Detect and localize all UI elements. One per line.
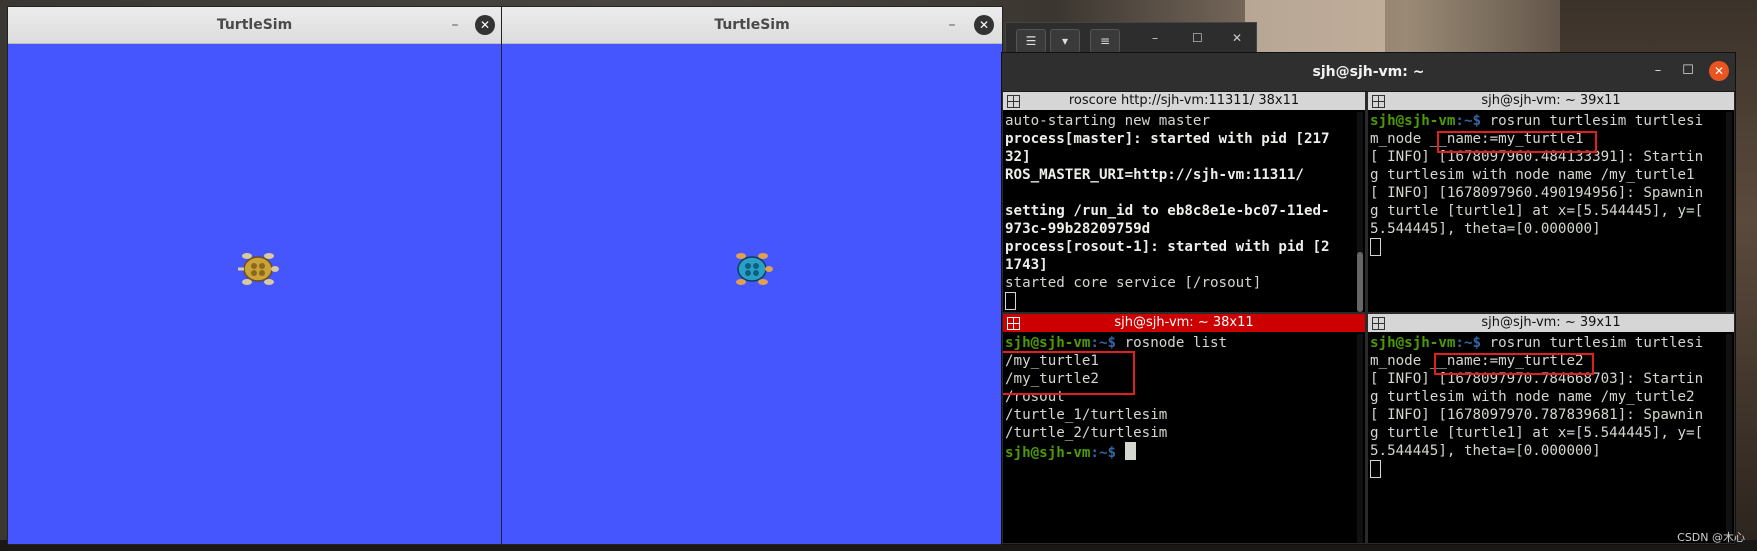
prompt-user: sjh@sjh-vm bbox=[1370, 335, 1456, 351]
grid-icon[interactable] bbox=[1007, 317, 1020, 330]
highlight-box bbox=[1003, 351, 1135, 395]
close-button[interactable]: ✕ bbox=[1709, 61, 1729, 81]
cursor bbox=[1124, 442, 1136, 460]
prompt-path: :~$ bbox=[1090, 335, 1125, 351]
desktop-background-highlight bbox=[1245, 0, 1385, 60]
grid-icon[interactable] bbox=[1372, 95, 1385, 108]
dropdown-icon[interactable]: ▾ bbox=[1050, 29, 1080, 53]
terminal-pane-roscore[interactable]: roscore http://sjh-vm:11311/ 38x11 auto-… bbox=[1003, 92, 1365, 312]
grid-icon[interactable] bbox=[1007, 95, 1020, 108]
output-line: auto-starting new master bbox=[1005, 113, 1210, 129]
pane-title: sjh@sjh-vm: ~ 39x11 bbox=[1481, 315, 1621, 330]
output-line: 5.544445], theta=[0.000000] bbox=[1370, 443, 1601, 459]
window-titlebar[interactable]: sjh@sjh-vm: ~ – ☐ ✕ bbox=[1002, 53, 1735, 92]
minimize-button[interactable]: – bbox=[1649, 63, 1667, 78]
output-line: process[master]: started with pid [217 bbox=[1005, 131, 1330, 147]
turtle-canvas bbox=[502, 44, 1002, 544]
scrollbar[interactable] bbox=[1357, 112, 1363, 312]
minimize-button[interactable]: – bbox=[1152, 31, 1158, 45]
turtle-canvas bbox=[8, 44, 501, 544]
output-line: 1743] bbox=[1005, 257, 1048, 273]
window-title: TurtleSim bbox=[714, 17, 790, 33]
scrollbar-thumb[interactable] bbox=[1357, 252, 1363, 312]
output-line: 5.544445], theta=[0.000000] bbox=[1370, 221, 1601, 237]
grid-icon[interactable] bbox=[1372, 317, 1385, 330]
pane-title: roscore http://sjh-vm:11311/ 38x11 bbox=[1068, 93, 1300, 108]
output-line: g turtlesim with node name /my_turtle2 bbox=[1370, 389, 1695, 405]
prompt-user: sjh@sjh-vm bbox=[1005, 445, 1091, 461]
terminal-window[interactable]: sjh@sjh-vm: ~ – ☐ ✕ roscore http://sjh-v… bbox=[1001, 52, 1736, 545]
terminal-pane-turtle1[interactable]: sjh@sjh-vm: ~ 39x11 sjh@sjh-vm:~$ rosrun… bbox=[1368, 92, 1734, 312]
prompt-user: sjh@sjh-vm bbox=[1370, 113, 1456, 129]
prompt-path: :~$ bbox=[1455, 113, 1490, 129]
terminal-pane-turtle2[interactable]: sjh@sjh-vm: ~ 39x11 sjh@sjh-vm:~$ rosrun… bbox=[1368, 314, 1734, 543]
terminal-output[interactable]: auto-starting new master process[master]… bbox=[1005, 112, 1353, 312]
scrollbar[interactable] bbox=[1726, 334, 1732, 543]
turtlesim-window-2[interactable]: TurtleSim – ✕ bbox=[501, 6, 1003, 545]
window-titlebar[interactable]: TurtleSim – ✕ bbox=[8, 7, 501, 44]
cursor bbox=[1005, 292, 1016, 310]
output-line: [ INFO] [1678097960.490194956]: Spawnin bbox=[1370, 185, 1704, 201]
maximize-button[interactable]: ☐ bbox=[1192, 31, 1203, 45]
minimize-button[interactable]: – bbox=[445, 15, 465, 35]
pane-title: sjh@sjh-vm: ~ 38x11 bbox=[1114, 315, 1254, 330]
highlight-box bbox=[1437, 131, 1597, 153]
maximize-button[interactable]: ☐ bbox=[1679, 63, 1697, 78]
minimize-button[interactable]: – bbox=[942, 15, 962, 35]
turtlesim-window-1[interactable]: TurtleSim – ✕ bbox=[7, 6, 502, 545]
turtle-icon bbox=[736, 253, 773, 285]
cursor bbox=[1370, 238, 1381, 256]
close-button[interactable]: ✕ bbox=[1232, 31, 1242, 45]
command-text: rosrun turtlesim turtlesi bbox=[1489, 113, 1704, 129]
cursor bbox=[1370, 460, 1381, 478]
prompt-path: :~$ bbox=[1090, 445, 1125, 461]
close-button[interactable]: ✕ bbox=[974, 15, 994, 35]
output-line: g turtlesim with node name /my_turtle1 bbox=[1370, 167, 1695, 183]
output-line: ROS_MASTER_URI=http://sjh-vm:11311/ bbox=[1005, 167, 1304, 183]
scrollbar[interactable] bbox=[1357, 334, 1363, 543]
window-title: sjh@sjh-vm: ~ bbox=[1312, 64, 1425, 80]
pane-title: sjh@sjh-vm: ~ 39x11 bbox=[1481, 93, 1621, 108]
prompt-path: :~$ bbox=[1455, 335, 1490, 351]
window-titlebar[interactable]: TurtleSim – ✕ bbox=[502, 7, 1002, 44]
scrollbar[interactable] bbox=[1726, 112, 1732, 312]
output-line: 973c-99b28209759d bbox=[1005, 221, 1151, 237]
pane-header[interactable]: roscore http://sjh-vm:11311/ 38x11 bbox=[1003, 92, 1365, 110]
highlight-box bbox=[1434, 353, 1594, 375]
output-line: 32] bbox=[1005, 149, 1031, 165]
pane-header[interactable]: sjh@sjh-vm: ~ 39x11 bbox=[1368, 314, 1734, 332]
node-item: /turtle_1/turtlesim bbox=[1005, 407, 1168, 423]
output-line: g turtle [turtle1] at x=[5.544445], y=[ bbox=[1370, 203, 1704, 219]
watermark: CSDN @木心 bbox=[1677, 531, 1745, 544]
output-line: started core service [/rosout] bbox=[1005, 275, 1262, 291]
list-view-icon[interactable]: ☰ bbox=[1016, 29, 1046, 53]
window-title: TurtleSim bbox=[216, 17, 293, 33]
command-text: rosrun turtlesim turtlesi bbox=[1489, 335, 1704, 351]
menu-icon[interactable]: ≡ bbox=[1090, 29, 1120, 53]
command-text: rosnode list bbox=[1124, 335, 1228, 351]
node-item: /turtle_2/turtlesim bbox=[1005, 425, 1168, 441]
pane-header[interactable]: sjh@sjh-vm: ~ 39x11 bbox=[1368, 92, 1734, 110]
close-button[interactable]: ✕ bbox=[475, 15, 495, 35]
pane-header-active[interactable]: sjh@sjh-vm: ~ 38x11 bbox=[1003, 314, 1365, 332]
prompt-user: sjh@sjh-vm bbox=[1005, 335, 1091, 351]
turtle-icon bbox=[238, 253, 279, 285]
output-line: g turtle [turtle1] at x=[5.544445], y=[ bbox=[1370, 425, 1704, 441]
output-line: setting /run_id to eb8c8e1e-bc07-11ed- bbox=[1005, 203, 1330, 219]
output-line: [ INFO] [1678097970.787839681]: Spawnin bbox=[1370, 407, 1704, 423]
output-line: process[rosout-1]: started with pid [2 bbox=[1005, 239, 1330, 255]
terminal-pane-rosnode[interactable]: sjh@sjh-vm: ~ 38x11 sjh@sjh-vm:~$ rosnod… bbox=[1003, 314, 1365, 543]
